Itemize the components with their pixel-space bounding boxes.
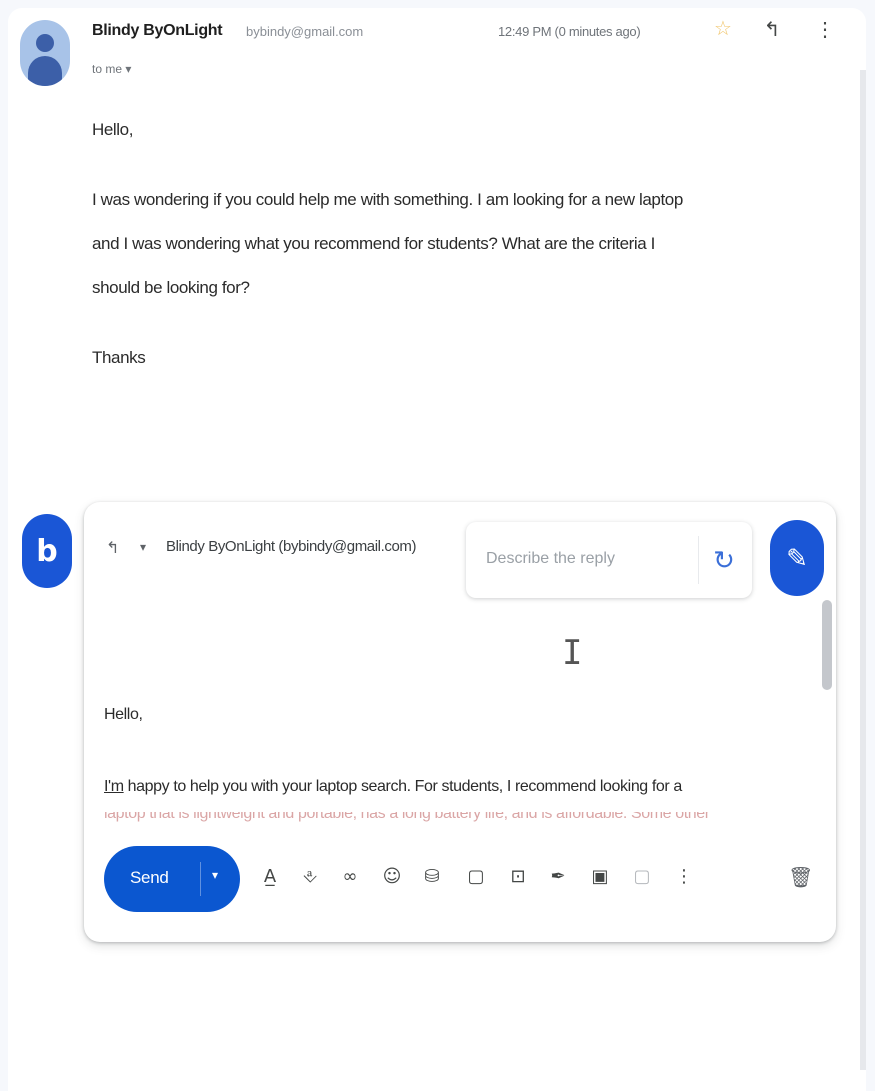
- describe-reply-box: ↻: [466, 522, 752, 598]
- refresh-icon[interactable]: ↻: [706, 542, 742, 578]
- to-me-dropdown[interactable]: to me ▾: [92, 62, 131, 76]
- attach-icon[interactable]: ⎀: [298, 862, 322, 892]
- lock-icon[interactable]: ⊡: [506, 862, 530, 892]
- reply-icon[interactable]: ↰: [760, 18, 784, 42]
- draft-line-cut: laptop that is lightweight and portable,…: [104, 812, 814, 826]
- drive-icon[interactable]: ⛁: [420, 862, 444, 892]
- chevron-down-icon[interactable]: ▾: [140, 540, 146, 554]
- panel-scrollbar-track: [860, 70, 866, 1070]
- message-signoff: Thanks: [92, 348, 146, 367]
- timestamp: 12:49 PM (0 minutes ago): [498, 24, 641, 39]
- trash-icon[interactable]: 🗑: [788, 862, 813, 892]
- text-cursor-icon: I: [562, 634, 582, 672]
- sender-name[interactable]: Blindy ByOnLight: [92, 22, 223, 40]
- describe-reply-input[interactable]: [486, 544, 696, 574]
- draft-line-cut-text: laptop that is lightweight and portable,…: [104, 812, 710, 822]
- message-body: Hello, I was wondering if you could help…: [92, 108, 832, 380]
- reply-type-icon[interactable]: ↰: [106, 538, 119, 558]
- draft-first-word: I'm: [104, 778, 124, 795]
- draft-greeting[interactable]: Hello,: [104, 706, 143, 724]
- draft-line[interactable]: I'm happy to help you with your laptop s…: [104, 778, 804, 796]
- send-button[interactable]: Send ▾: [104, 846, 240, 912]
- signature-icon[interactable]: ✒: [546, 862, 570, 892]
- describe-divider: [698, 536, 699, 584]
- star-icon[interactable]: ☆: [712, 18, 734, 40]
- message-line: and I was wondering what you recommend f…: [92, 234, 656, 253]
- more-vert-icon[interactable]: ⋮: [815, 18, 835, 42]
- message-paragraph: I was wondering if you could help me wit…: [92, 178, 832, 310]
- reply-recipient[interactable]: Blindy ByOnLight (bybindy@gmail.com): [166, 538, 466, 555]
- more-options-icon[interactable]: ⋮: [672, 862, 696, 892]
- message-line: I was wondering if you could help me wit…: [92, 190, 683, 209]
- photo-icon[interactable]: ▢: [464, 862, 488, 892]
- template-icon[interactable]: ▣: [588, 862, 612, 892]
- bing-letter: b: [36, 534, 58, 569]
- message-line: should be looking for?: [92, 278, 250, 297]
- avatar-body-shape: [28, 56, 62, 86]
- sender-email: bybindy@gmail.com: [246, 24, 364, 39]
- composer-scrollbar[interactable]: [822, 600, 832, 690]
- schedule-send-chevron-icon[interactable]: ▾: [212, 868, 218, 882]
- send-label: Send: [130, 868, 169, 887]
- text-format-icon[interactable]: A̲: [258, 862, 282, 892]
- chevron-down-icon: ▾: [125, 62, 132, 76]
- link-icon[interactable]: ∞: [338, 862, 362, 892]
- message-greeting: Hello,: [92, 120, 134, 139]
- avatar-head-shape: [36, 34, 54, 52]
- draft-line-rest: happy to help you with your laptop searc…: [123, 778, 683, 795]
- to-me-label: to me: [92, 62, 123, 76]
- emoji-icon[interactable]: ☺: [380, 862, 404, 892]
- sender-avatar[interactable]: [20, 20, 70, 86]
- bing-avatar[interactable]: b: [22, 514, 72, 588]
- extension-icon[interactable]: ▢: [630, 862, 654, 892]
- send-divider: [200, 862, 201, 896]
- pen-icon[interactable]: ✎: [770, 520, 824, 596]
